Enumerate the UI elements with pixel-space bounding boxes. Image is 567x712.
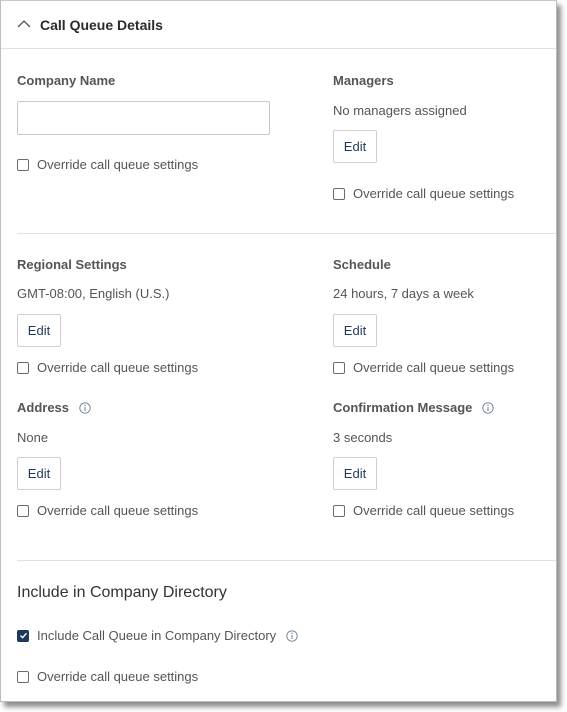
info-icon[interactable]	[79, 401, 91, 414]
managers-label-wrap: Managers	[333, 73, 394, 88]
override-label: Override call queue settings	[353, 186, 515, 201]
address-override[interactable]: Override call queue settings	[17, 503, 198, 518]
managers-override[interactable]: Override call queue settings	[333, 186, 514, 201]
confirmation-message-label-wrap: Confirmation Message	[333, 400, 495, 415]
regional-settings-label-wrap: Regional Settings	[17, 257, 127, 272]
schedule-label: Schedule	[333, 257, 391, 272]
address-label-row: Address	[17, 400, 91, 415]
chevron-up-icon[interactable]	[17, 17, 31, 31]
regional-settings-edit-button[interactable]: Edit	[17, 314, 61, 347]
override-label: Override call queue settings	[37, 157, 199, 172]
company-name-override[interactable]: Override call queue settings	[17, 157, 198, 172]
managers-edit-button[interactable]: Edit	[333, 130, 377, 163]
regional-settings-value: GMT-08:00, English (U.S.)	[17, 286, 170, 301]
managers-label: Managers	[333, 73, 394, 88]
managers-value: No managers assigned	[333, 103, 467, 118]
include-in-directory-label: Include Call Queue in Company Directory	[37, 628, 277, 643]
info-icon[interactable]	[286, 629, 298, 642]
confirmation-message-label-row: Confirmation Message	[333, 400, 495, 415]
override-checkbox[interactable]	[17, 158, 29, 171]
override-label: Override call queue settings	[37, 360, 199, 375]
override-label: Override call queue settings	[353, 503, 515, 518]
confirmation-message-value: 3 seconds	[333, 430, 393, 445]
call-queue-details-panel: Call Queue Details Company Name Override…	[0, 0, 557, 702]
panel-title: Call Queue Details	[40, 16, 163, 33]
address-value: None	[17, 430, 49, 445]
confirmation-message-label: Confirmation Message	[333, 400, 473, 415]
company-name-input[interactable]	[17, 101, 270, 135]
checkmark-icon	[19, 632, 27, 639]
schedule-override[interactable]: Override call queue settings	[333, 360, 514, 375]
info-icon[interactable]	[482, 401, 495, 414]
confirmation-message-edit-button[interactable]: Edit	[333, 457, 377, 490]
address-label: Address	[17, 400, 70, 415]
include-in-directory-row[interactable]: Include Call Queue in Company Directory	[17, 628, 298, 643]
section-divider	[17, 560, 556, 561]
regional-settings-override[interactable]: Override call queue settings	[17, 360, 198, 375]
company-name-label-wrap: Company Name	[17, 73, 115, 88]
override-label: Override call queue settings	[37, 503, 199, 518]
override-checkbox[interactable]	[17, 670, 29, 683]
directory-section-title: Include in Company Directory	[17, 584, 227, 601]
override-label: Override call queue settings	[353, 360, 515, 375]
company-name-label: Company Name	[17, 73, 116, 88]
address-label-wrap: Address	[17, 400, 91, 415]
override-label: Override call queue settings	[37, 669, 199, 684]
panel-header[interactable]: Call Queue Details	[1, 1, 556, 49]
override-checkbox[interactable]	[17, 504, 29, 517]
section-divider	[17, 233, 556, 234]
override-checkbox[interactable]	[333, 187, 345, 200]
include-in-directory-checkbox[interactable]	[17, 629, 29, 642]
override-checkbox[interactable]	[17, 361, 29, 374]
directory-override[interactable]: Override call queue settings	[17, 669, 198, 684]
override-checkbox[interactable]	[333, 504, 345, 517]
regional-settings-label: Regional Settings	[17, 257, 127, 272]
confirmation-message-override[interactable]: Override call queue settings	[333, 503, 514, 518]
schedule-label-wrap: Schedule	[333, 257, 391, 272]
schedule-edit-button[interactable]: Edit	[333, 314, 377, 347]
schedule-value: 24 hours, 7 days a week	[333, 286, 474, 301]
address-edit-button[interactable]: Edit	[17, 457, 61, 490]
override-checkbox[interactable]	[333, 361, 345, 374]
